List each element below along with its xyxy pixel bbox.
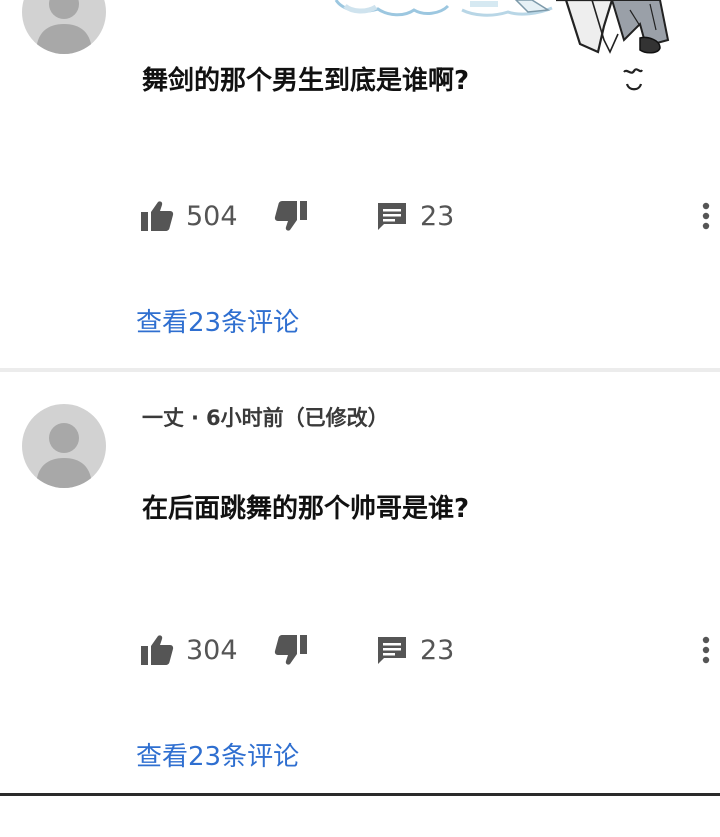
thumb-down-icon	[274, 635, 307, 665]
comment-feed: 舞剑的那个男生到底是谁啊? 504 23 查看23条评论 一丈 · 6小时前（已…	[0, 0, 720, 837]
reply-button[interactable]: 23	[376, 196, 454, 236]
dislike-button[interactable]	[274, 196, 308, 236]
thumb-down-icon	[274, 201, 307, 231]
view-replies-link[interactable]: 查看23条评论	[136, 736, 299, 773]
like-count: 504	[186, 200, 238, 232]
comment-card: 舞剑的那个男生到底是谁啊? 504 23 查看23条评论	[0, 0, 720, 368]
comment-card: 一丈 · 6小时前（已修改） 在后面跳舞的那个帅哥是谁? 304 23 查看23…	[0, 372, 720, 794]
more-options-button[interactable]	[698, 198, 714, 234]
comment-time: 6小时前（已修改）	[205, 406, 389, 430]
more-vertical-icon	[702, 636, 710, 664]
separator-dot: ·	[191, 406, 199, 430]
author-name[interactable]: 一丈	[142, 406, 184, 430]
reply-count: 23	[420, 634, 455, 666]
divider	[0, 793, 720, 796]
comment-icon	[378, 637, 406, 664]
reply-button[interactable]: 23	[376, 630, 454, 670]
default-avatar-icon[interactable]	[22, 0, 106, 54]
comment-actions: 504 23	[0, 196, 720, 236]
thumb-up-icon	[141, 635, 174, 665]
comment-text: 在后面跳舞的那个帅哥是谁?	[142, 494, 470, 524]
comment-actions: 304 23	[0, 630, 720, 670]
comment-meta: 一丈 · 6小时前（已修改）	[142, 402, 389, 432]
comment-icon	[378, 203, 406, 230]
more-options-button[interactable]	[698, 632, 714, 668]
thumb-up-icon	[141, 201, 174, 231]
view-replies-link[interactable]: 查看23条评论	[136, 302, 299, 339]
reply-count: 23	[420, 200, 455, 232]
like-button[interactable]: 504	[140, 196, 238, 236]
like-count: 304	[186, 634, 238, 666]
like-button[interactable]: 304	[140, 630, 238, 670]
default-avatar-icon[interactable]	[22, 404, 106, 488]
dislike-button[interactable]	[274, 630, 308, 670]
more-vertical-icon	[702, 202, 710, 230]
comment-text: 舞剑的那个男生到底是谁啊?	[142, 66, 470, 96]
